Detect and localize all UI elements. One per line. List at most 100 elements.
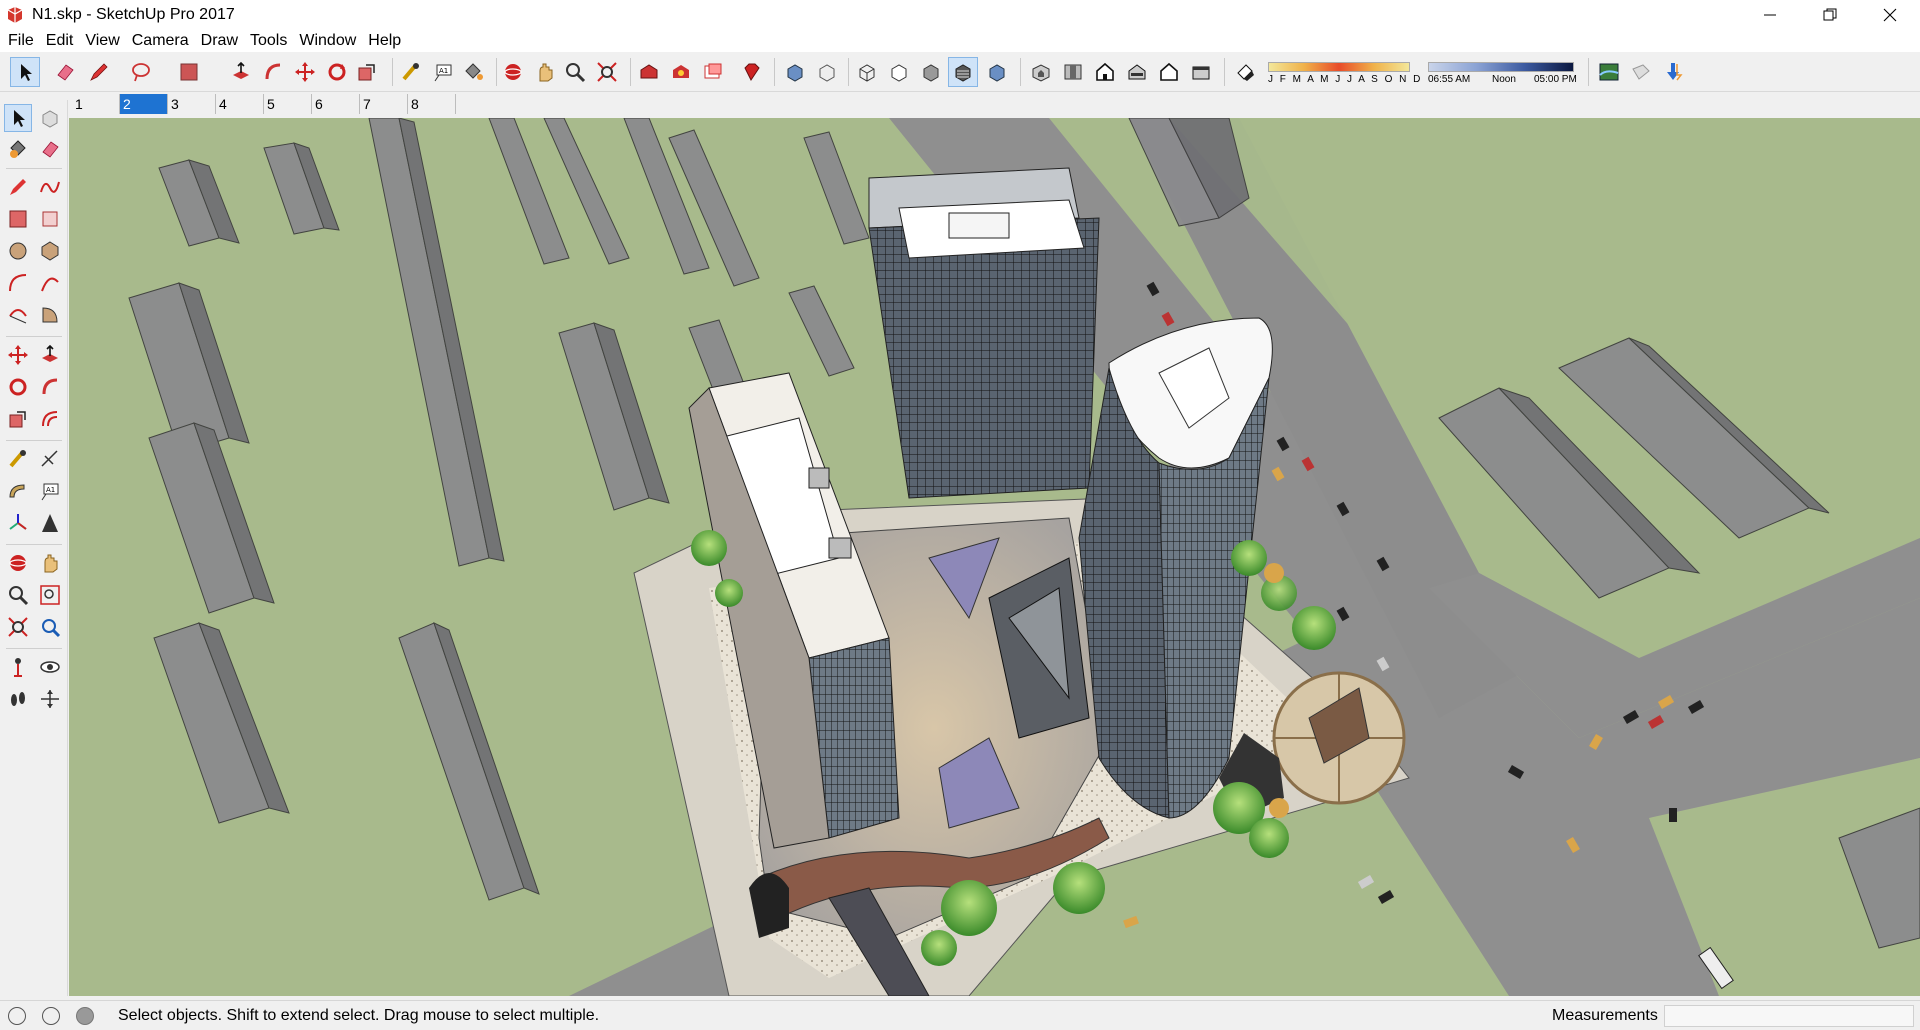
menu-view[interactable]: View [79,30,125,52]
3d-text-icon[interactable] [39,512,61,534]
text-icon[interactable]: A1 [432,61,454,83]
three-point-arc-icon[interactable] [7,304,29,326]
rotate-icon[interactable] [7,376,29,398]
minimize-button[interactable] [1740,0,1800,30]
menu-tools[interactable]: Tools [244,30,293,52]
scene-tab-1[interactable]: 1 [72,94,120,114]
ruby-icon[interactable] [740,61,762,83]
monochrome-icon[interactable] [986,61,1008,83]
right-icon[interactable] [1126,61,1148,83]
section-plane-icon[interactable] [39,688,61,710]
scene-tab-3[interactable]: 3 [168,94,216,114]
pan-icon[interactable] [534,61,556,83]
geolocation-icon[interactable] [8,1007,26,1025]
rotated-rectangle-icon[interactable] [39,208,61,230]
xray-icon[interactable] [784,61,806,83]
select-icon[interactable] [14,61,36,83]
zoom-extents-icon[interactable] [596,61,618,83]
scene-tab-2[interactable]: 2 [120,94,168,114]
text-icon[interactable]: A1 [39,480,61,502]
zoom-extents-icon[interactable] [7,616,29,638]
restore-button[interactable] [1800,0,1860,30]
scene-tab-6[interactable]: 6 [312,94,360,114]
two-point-arc-icon[interactable] [39,272,61,294]
shadows-icon[interactable] [1234,61,1256,83]
wireframe-icon[interactable] [856,61,878,83]
eraser-icon[interactable] [54,61,76,83]
lasso-icon[interactable] [130,61,152,83]
pie-icon[interactable] [39,304,61,326]
measurements-input[interactable] [1664,1005,1914,1027]
pan-icon[interactable] [39,552,61,574]
scene-tab-5[interactable]: 5 [264,94,312,114]
shadow-time-slider[interactable] [1428,62,1574,72]
shadow-date-slider[interactable] [1268,62,1410,72]
dimension-icon[interactable] [39,448,61,470]
credits-icon[interactable] [42,1007,60,1025]
scale-icon[interactable] [356,61,378,83]
walk-icon[interactable] [7,688,29,710]
polygon-icon[interactable] [39,240,61,262]
freehand-icon[interactable] [39,176,61,198]
axes-icon[interactable] [7,512,29,534]
menu-file[interactable]: File [2,30,40,52]
top-icon[interactable] [1062,61,1084,83]
line-icon[interactable] [7,176,29,198]
menu-edit[interactable]: Edit [40,30,80,52]
move-icon[interactable] [294,61,316,83]
shaded-textures-icon[interactable] [952,61,974,83]
model-viewport[interactable] [69,118,1920,996]
warehouse-icon[interactable] [638,61,660,83]
user-icon[interactable] [76,1007,94,1025]
position-camera-icon[interactable] [7,656,29,678]
shaded-icon[interactable] [920,61,942,83]
push-pull-icon[interactable] [230,61,252,83]
menu-camera[interactable]: Camera [126,30,195,52]
select-icon[interactable] [7,107,29,129]
menu-help[interactable]: Help [362,30,407,52]
scene-tab-8[interactable]: 8 [408,94,456,114]
sandbox-icon[interactable] [1598,61,1620,83]
follow-me-icon[interactable] [39,376,61,398]
offset-icon[interactable] [39,408,61,430]
rotate-icon[interactable] [326,61,348,83]
paint-icon[interactable] [178,61,200,83]
layout-icon[interactable] [702,61,724,83]
extension-warehouse-icon[interactable] [670,61,692,83]
eraser-icon[interactable] [39,138,61,160]
make-component-icon[interactable] [39,107,61,129]
scale-icon[interactable] [7,408,29,430]
zoom-window-icon[interactable] [39,584,61,606]
circle-icon[interactable] [7,240,29,262]
solid-icon[interactable] [1630,61,1652,83]
scene-tab-7[interactable]: 7 [360,94,408,114]
zoom-icon[interactable] [7,584,29,606]
previous-view-icon[interactable] [39,616,61,638]
front-icon[interactable] [1094,61,1116,83]
orbit-icon[interactable] [502,61,524,83]
paint-bucket-icon[interactable] [462,61,484,83]
back-icon[interactable] [1158,61,1180,83]
tape-icon[interactable] [400,61,422,83]
arc-icon[interactable] [7,272,29,294]
hidden-line-icon[interactable] [888,61,910,83]
push-pull-icon[interactable] [39,344,61,366]
zoom-icon[interactable] [564,61,586,83]
pencil-icon[interactable] [88,61,110,83]
rectangle-icon[interactable] [7,208,29,230]
close-button[interactable] [1860,0,1920,30]
left-icon[interactable] [1190,61,1212,83]
follow-me-icon[interactable] [262,61,284,83]
paint-bucket-icon[interactable] [7,138,29,160]
orbit-icon[interactable] [7,552,29,574]
move-icon[interactable] [7,344,29,366]
look-around-icon[interactable] [39,656,61,678]
tape-icon[interactable] [7,448,29,470]
back-edges-icon[interactable] [816,61,838,83]
protractor-icon[interactable] [7,480,29,502]
iso-icon[interactable] [1030,61,1052,83]
scene-tab-4[interactable]: 4 [216,94,264,114]
menu-draw[interactable]: Draw [195,30,244,52]
menu-window[interactable]: Window [293,30,362,52]
download-icon[interactable] [1662,61,1684,83]
